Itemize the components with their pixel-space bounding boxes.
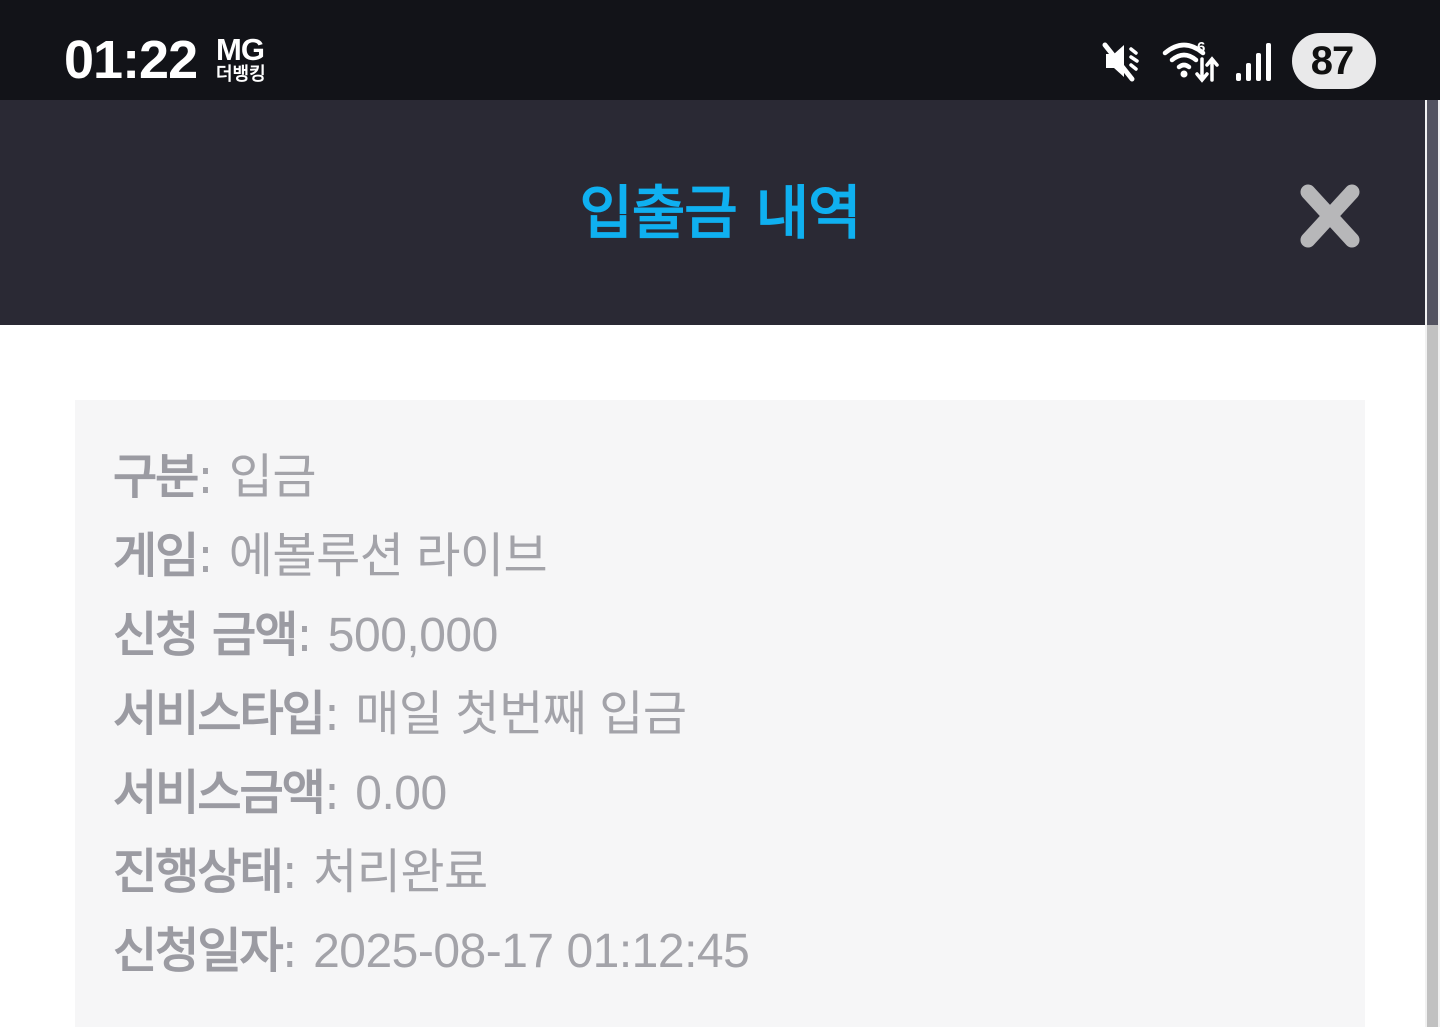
svg-text:6: 6: [1197, 39, 1205, 56]
mute-icon: [1102, 42, 1139, 82]
detail-colon: :: [323, 686, 340, 742]
system-icons: 6 87: [1102, 33, 1376, 89]
detail-row-service-type: 서비스타입: 매일 첫번째 입금: [113, 681, 749, 760]
detail-row-status: 진행상태: 처리완료: [113, 839, 749, 918]
close-icon: [1300, 184, 1360, 248]
carrier-label: MG 더뱅킹: [216, 34, 266, 84]
carrier-name: MG: [216, 32, 265, 67]
detail-row-game: 게임: 에볼루션 라이브: [113, 523, 749, 602]
status-clock: 01:22: [64, 30, 198, 90]
page-title: 입출금 내역: [579, 179, 862, 247]
battery-indicator: 87: [1292, 33, 1376, 89]
signal-icon: [1236, 43, 1271, 81]
detail-row-date: 신청일자: 2025-08-17 01:12:45: [113, 918, 750, 997]
status-bar: 01:22 MG 더뱅킹 6 87: [0, 0, 1440, 100]
detail-row-amount: 신청 금액: 500,000: [113, 602, 749, 681]
detail-value: 0.00: [355, 767, 447, 820]
detail-label: 게임: [113, 528, 199, 584]
detail-label: 진행상태: [113, 844, 284, 900]
modal-header: 입출금 내역: [0, 100, 1425, 325]
detail-label: 신청 금액: [113, 607, 298, 663]
detail-colon: :: [323, 765, 340, 821]
detail-label: 서비스금액: [113, 765, 326, 821]
carrier-subname: 더뱅킹: [216, 64, 266, 85]
detail-value: 에볼루션 라이브: [228, 530, 548, 583]
detail-colon: :: [197, 528, 214, 584]
detail-value: 매일 첫번째 입금: [355, 688, 687, 741]
detail-row-service-amount: 서비스금액: 0.00: [113, 760, 749, 839]
wifi-icon: 6: [1162, 39, 1219, 83]
close-button[interactable]: [1296, 184, 1364, 248]
scrollbar-thumb-header-overlay: [1427, 100, 1438, 325]
transaction-detail-card: 구분: 입금 게임: 에볼루션 라이브 신청 금액: 500,000 서비스타입…: [75, 400, 1365, 1027]
detail-list: 구분: 입금 게임: 에볼루션 라이브 신청 금액: 500,000 서비스타입…: [113, 444, 750, 997]
detail-label: 서비스타입: [113, 686, 326, 742]
detail-colon: :: [281, 923, 298, 979]
detail-value: 처리완료: [313, 846, 488, 899]
detail-value: 2025-08-17 01:12:45: [313, 925, 750, 978]
detail-label: 신청일자: [113, 923, 284, 979]
detail-colon: :: [197, 449, 214, 505]
detail-value: 500,000: [327, 609, 499, 662]
detail-value: 입금: [228, 451, 317, 504]
detail-colon: :: [296, 607, 313, 663]
detail-colon: :: [281, 844, 298, 900]
detail-label: 구분: [113, 449, 199, 505]
detail-row-type: 구분: 입금: [113, 444, 749, 523]
